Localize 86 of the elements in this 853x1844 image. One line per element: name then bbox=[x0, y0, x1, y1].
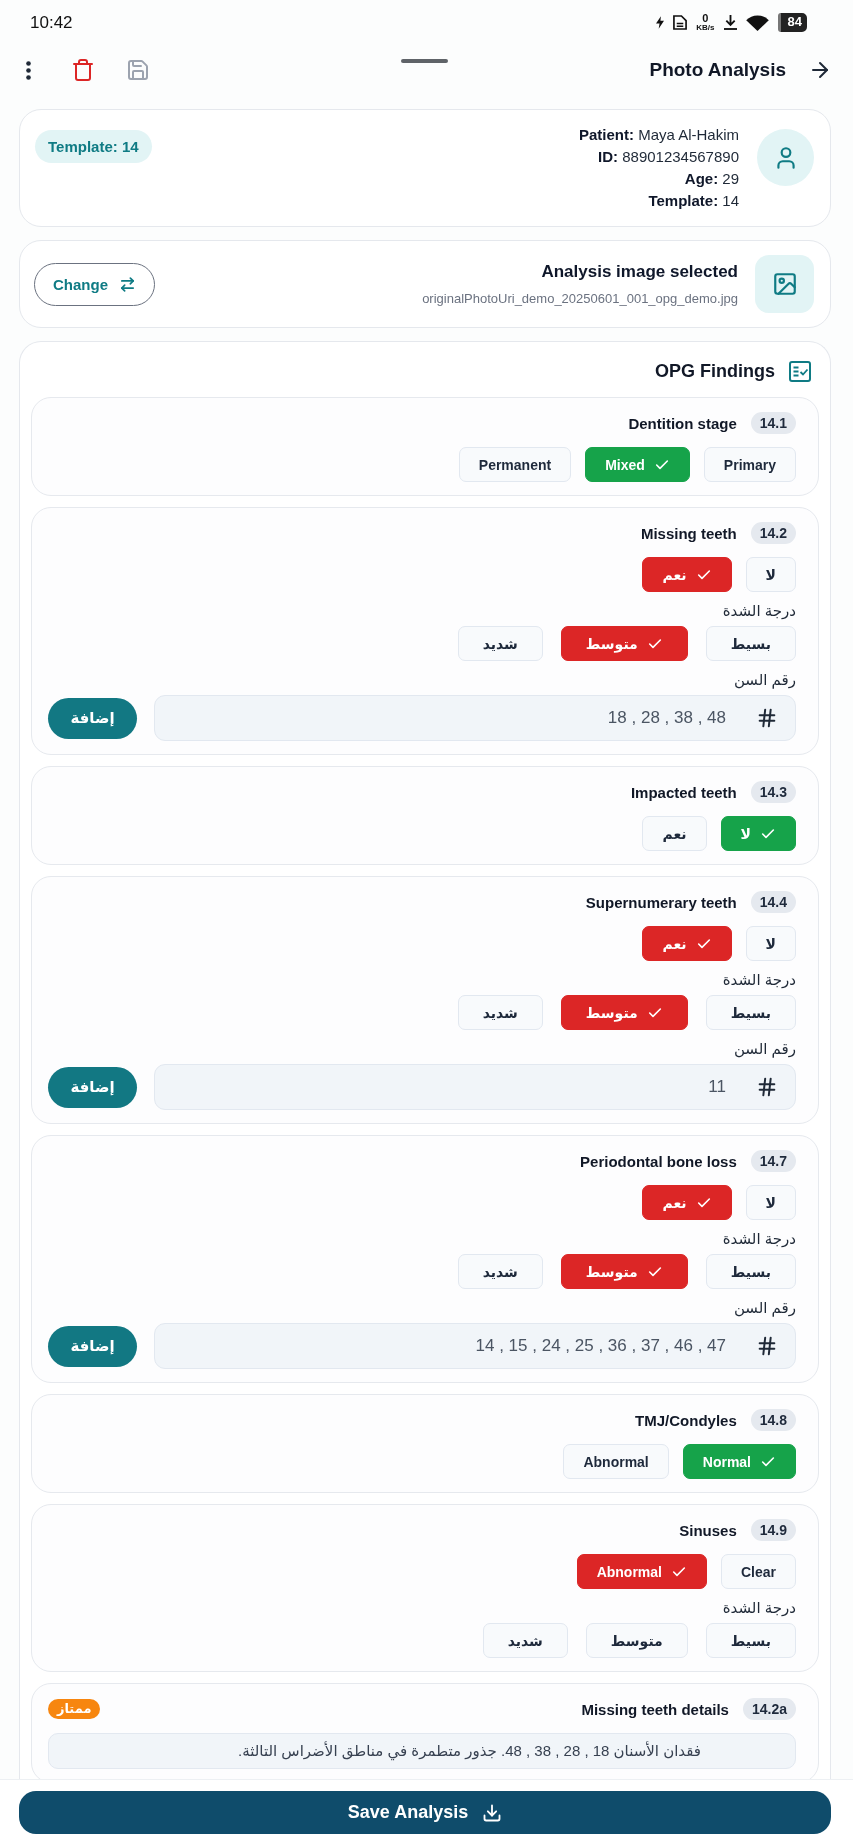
finding-title: Periodontal bone loss bbox=[580, 1152, 737, 1170]
choice-button[interactable]: لا bbox=[745, 557, 796, 592]
code-badge: 14.9 bbox=[750, 1519, 796, 1541]
add-button[interactable]: إضافة bbox=[48, 697, 137, 739]
delete-button[interactable] bbox=[71, 58, 95, 82]
swap-icon bbox=[119, 275, 136, 293]
section-title: OPG Findings bbox=[655, 361, 775, 382]
finding-title: Sinuses bbox=[679, 1521, 737, 1539]
choice-button[interactable]: Primary bbox=[703, 447, 796, 482]
choice-button[interactable]: شديد bbox=[457, 626, 543, 661]
tooth-number-field[interactable]: 11 bbox=[154, 1064, 796, 1110]
choice-button[interactable]: شديد bbox=[457, 995, 543, 1030]
choice-button[interactable]: متوسط bbox=[560, 1254, 688, 1289]
person-icon bbox=[757, 129, 814, 186]
add-button[interactable]: إضافة bbox=[48, 1066, 137, 1108]
battery-level: 84 bbox=[777, 13, 807, 32]
choice-button[interactable]: نعم bbox=[642, 926, 732, 961]
choice-button[interactable]: بسيط bbox=[705, 1623, 796, 1658]
choice-button[interactable]: متوسط bbox=[560, 995, 688, 1030]
finding-title: Supernumerary teeth bbox=[585, 893, 737, 911]
status-time: 10:42 bbox=[30, 12, 73, 33]
code-badge: 14.3 bbox=[750, 781, 796, 803]
patient-detail: Patient: Maya Al-Hakim bbox=[578, 126, 739, 144]
code-badge: 14.4 bbox=[750, 891, 796, 913]
more-icon bbox=[25, 60, 31, 80]
tooth-number-field[interactable]: 18 , 28 , 38 , 48 bbox=[154, 695, 796, 741]
patient-detail: ID: 88901234567890 bbox=[598, 148, 739, 166]
code-badge: 14.7 bbox=[750, 1150, 796, 1172]
choice-button[interactable]: متوسط bbox=[560, 626, 688, 661]
network-speed-unit: KB/s bbox=[696, 24, 715, 32]
rating-badge: ممتاز bbox=[48, 1699, 101, 1719]
code-badge: 14.8 bbox=[750, 1409, 796, 1431]
template-badge: Template: 14 bbox=[35, 130, 152, 163]
sim-card-icon bbox=[673, 15, 688, 30]
image-icon bbox=[755, 255, 814, 313]
choice-button[interactable]: لا bbox=[745, 1185, 796, 1220]
finding-title: Missing teeth details bbox=[581, 1700, 729, 1718]
hash-icon bbox=[756, 1335, 778, 1357]
choice-button[interactable]: متوسط bbox=[585, 1623, 688, 1658]
download-icon bbox=[482, 1802, 503, 1823]
choice-button[interactable]: نعم bbox=[642, 816, 707, 851]
tooth-number-field[interactable]: 14 , 15 , 24 , 25 , 36 , 37 , 46 , 47 bbox=[154, 1323, 796, 1369]
field-label: درجة الشدة bbox=[722, 971, 796, 989]
save-analysis-button[interactable]: Save Analysis bbox=[19, 1791, 831, 1834]
hash-icon bbox=[756, 1076, 778, 1098]
patient-detail: Template: 14 bbox=[648, 192, 739, 210]
choice-button[interactable]: بسيط bbox=[705, 1254, 796, 1289]
wifi-icon bbox=[745, 14, 769, 31]
drag-handle[interactable] bbox=[400, 59, 448, 63]
choice-button[interactable]: Abnormal bbox=[576, 1554, 707, 1589]
finding-title: TMJ/Condyles bbox=[635, 1411, 737, 1429]
choice-button[interactable]: نعم bbox=[642, 557, 732, 592]
field-label: رقم السن bbox=[733, 671, 796, 689]
details-text-field[interactable]: فقدان الأسنان 18 , 28 , 38 , 48. جذور متطمرة في مناطق الأضراس التالثة. bbox=[48, 1733, 796, 1769]
finding-title: Dentition stage bbox=[628, 414, 737, 432]
choice-button[interactable]: نعم bbox=[642, 1185, 732, 1220]
field-label: درجة الشدة bbox=[722, 1599, 796, 1617]
hash-icon bbox=[756, 707, 778, 729]
image-status-title: Analysis image selected bbox=[541, 262, 738, 282]
choice-button[interactable]: بسيط bbox=[705, 995, 796, 1030]
save-icon bbox=[126, 58, 150, 82]
choice-button[interactable]: شديد bbox=[457, 1254, 543, 1289]
add-button[interactable]: إضافة bbox=[48, 1325, 137, 1367]
code-badge: 14.2 bbox=[750, 522, 796, 544]
field-label: درجة الشدة bbox=[722, 602, 796, 620]
download-icon bbox=[723, 15, 737, 30]
choice-button[interactable]: بسيط bbox=[705, 626, 796, 661]
choice-button[interactable]: لا bbox=[745, 926, 796, 961]
field-label: درجة الشدة bbox=[722, 1230, 796, 1248]
field-label: رقم السن bbox=[733, 1040, 796, 1058]
charging-icon bbox=[656, 16, 665, 29]
file-name: originalPhotoUri_demo_20250601_001_opg_demo.jpg bbox=[422, 291, 738, 306]
trash-icon bbox=[71, 58, 95, 82]
code-badge: 14.2a bbox=[742, 1698, 796, 1720]
choice-button[interactable]: Permanent bbox=[458, 447, 572, 482]
field-label: رقم السن bbox=[733, 1299, 796, 1317]
page-title: Photo Analysis bbox=[649, 59, 786, 81]
patient-detail: Age: 29 bbox=[684, 170, 739, 188]
finding-title: Missing teeth bbox=[640, 524, 737, 542]
choice-button[interactable]: Clear bbox=[720, 1554, 796, 1589]
choice-button[interactable]: Abnormal bbox=[563, 1444, 669, 1479]
code-badge: 14.1 bbox=[750, 412, 796, 434]
network-speed-value: 0 bbox=[702, 13, 709, 24]
checklist-icon bbox=[789, 361, 811, 382]
choice-button[interactable]: شديد bbox=[482, 1623, 568, 1658]
finding-title: Impacted teeth bbox=[630, 783, 737, 801]
